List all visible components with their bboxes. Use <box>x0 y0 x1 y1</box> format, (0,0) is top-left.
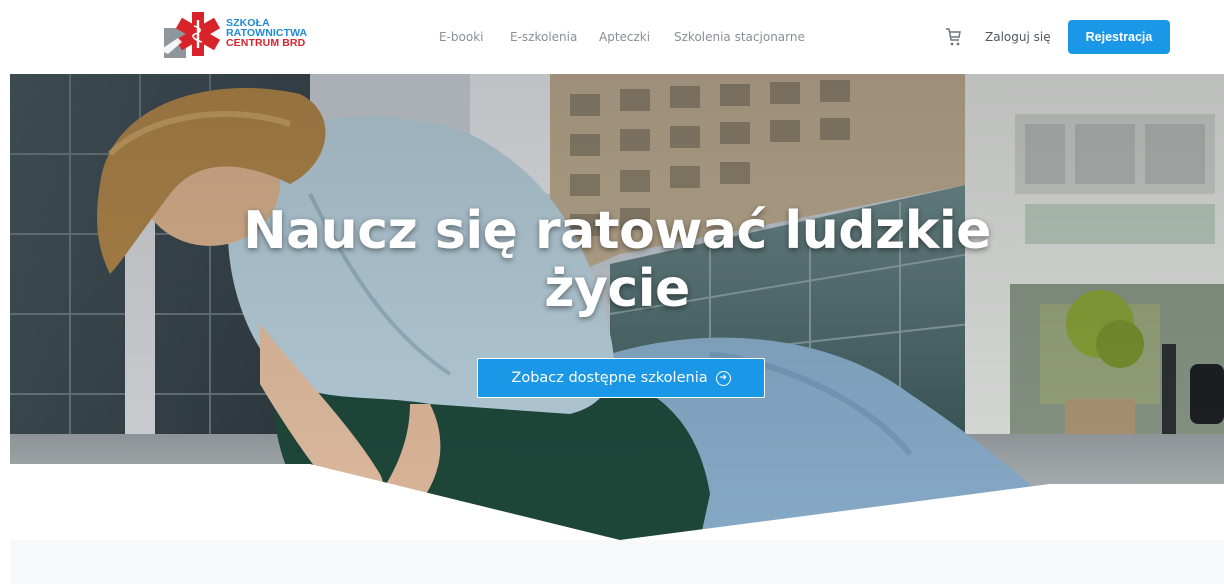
arrow-circle-right-icon: ➜ <box>715 370 731 386</box>
register-button[interactable]: Rejestracja <box>1068 20 1170 54</box>
content-strip <box>10 540 1224 584</box>
shopping-cart-icon[interactable] <box>944 26 962 48</box>
login-link[interactable]: Zaloguj się <box>985 30 1051 44</box>
hero-section: Naucz się ratować ludzkie życie Zobacz d… <box>10 74 1224 540</box>
hero-title: Naucz się ratować ludzkie życie <box>10 202 1224 318</box>
nav-item-eszkolenia[interactable]: E-szkolenia <box>510 30 577 44</box>
view-trainings-label: Zobacz dostępne szkolenia <box>511 370 708 386</box>
hero-title-line-1: Naucz się ratować ludzkie <box>243 201 991 261</box>
nav-item-apteczki[interactable]: Apteczki <box>599 30 650 44</box>
nav-item-szkolenia-stacjonarne[interactable]: Szkolenia stacjonarne <box>674 30 805 44</box>
hero-title-line-2: życie <box>544 259 690 319</box>
site-header: SZKOŁA RATOWNICTWA CENTRUM BRD E-booki E… <box>0 0 1224 74</box>
nav-item-ebooki[interactable]: E-booki <box>439 30 484 44</box>
view-trainings-button[interactable]: Zobacz dostępne szkolenia ➜ <box>477 358 765 398</box>
